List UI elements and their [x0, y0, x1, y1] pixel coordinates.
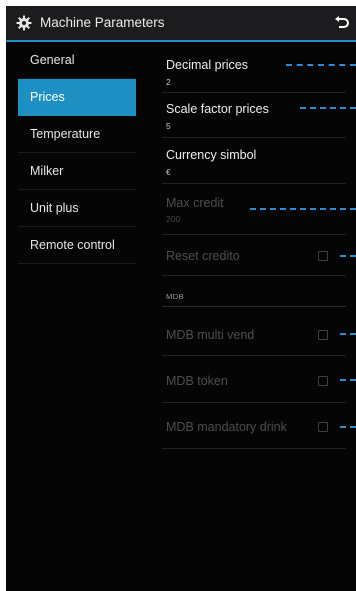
setting-value: € — [166, 167, 171, 177]
sidebar-item-unit-plus[interactable]: Unit plus — [18, 190, 136, 227]
app-window: Machine Parameters General Prices Temper… — [6, 6, 356, 591]
divider — [162, 448, 346, 449]
divider — [162, 275, 346, 276]
sidebar-item-label: Unit plus — [30, 201, 79, 215]
sidebar-item-label: Milker — [30, 164, 64, 178]
divider — [162, 137, 346, 138]
window-title: Machine Parameters — [40, 15, 165, 30]
sidebar-item-general[interactable]: General — [18, 42, 136, 79]
back-arrow-icon[interactable] — [332, 14, 350, 32]
mdb-multi-vend-checkbox — [318, 330, 328, 340]
sidebar-item-milker[interactable]: Milker — [18, 153, 136, 190]
setting-label: Decimal prices — [166, 58, 248, 72]
decimal-prices-setting[interactable]: Decimal prices 2 — [166, 52, 356, 88]
reset-credito-checkbox — [318, 251, 328, 261]
divider — [162, 234, 346, 235]
setting-label: MDB mandatory drink — [166, 420, 287, 434]
setting-value: 5 — [166, 121, 171, 131]
gear-icon — [16, 15, 32, 31]
sidebar-item-temperature[interactable]: Temperature — [18, 116, 136, 153]
divider — [162, 402, 346, 403]
sidebar-item-label: Temperature — [30, 127, 101, 141]
divider — [162, 92, 346, 93]
settings-panel: Decimal prices 2 Scale factor prices 5 C… — [136, 42, 356, 591]
setting-label: MDB multi vend — [166, 328, 255, 342]
currency-symbol-setting[interactable]: Currency simbol € — [166, 142, 356, 178]
sidebar: General Prices Temperature Milker Unit p… — [6, 42, 136, 264]
callout-line — [340, 333, 356, 335]
section-divider — [162, 306, 346, 307]
setting-value: 200 — [166, 214, 181, 224]
setting-label: Scale factor prices — [166, 102, 269, 116]
divider — [162, 355, 346, 356]
sidebar-item-prices[interactable]: Prices — [18, 79, 136, 116]
sidebar-item-label: Prices — [30, 90, 65, 104]
sidebar-item-remote-control[interactable]: Remote control — [18, 227, 136, 264]
mdb-section-header: MDB — [166, 292, 185, 301]
mdb-mandatory-drink-checkbox — [318, 422, 328, 432]
setting-label: Reset credito — [166, 249, 240, 263]
callout-line — [300, 107, 356, 109]
setting-value: 2 — [166, 77, 171, 87]
sidebar-item-label: Remote control — [30, 238, 115, 252]
callout-line — [340, 379, 356, 381]
scale-factor-prices-setting[interactable]: Scale factor prices 5 — [166, 96, 356, 132]
setting-label: Currency simbol — [166, 148, 257, 162]
reset-credito-setting: Reset credito — [166, 242, 356, 270]
callout-line — [286, 64, 356, 66]
mdb-mandatory-drink-setting: MDB mandatory drink — [166, 413, 356, 441]
setting-label: Max credit — [166, 196, 224, 210]
divider — [162, 183, 346, 184]
callout-line — [340, 255, 356, 257]
mdb-token-checkbox — [318, 376, 328, 386]
callout-line — [250, 208, 356, 210]
callout-line — [340, 426, 356, 428]
setting-label: MDB token — [166, 374, 228, 388]
title-bar: Machine Parameters — [6, 6, 356, 42]
mdb-token-setting: MDB token — [166, 367, 356, 395]
mdb-multi-vend-setting: MDB multi vend — [166, 321, 356, 349]
sidebar-item-label: General — [30, 53, 75, 67]
